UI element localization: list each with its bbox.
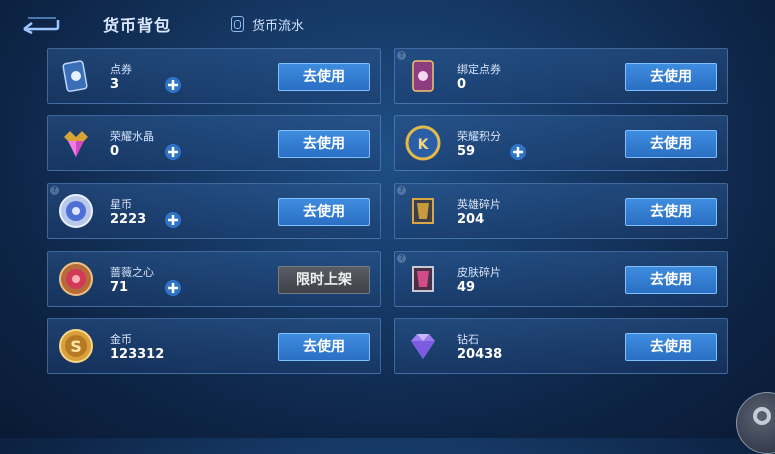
- use-button[interactable]: 去使用: [278, 130, 370, 158]
- settings-gear-button[interactable]: [736, 392, 775, 454]
- currency-name: 蔷薇之心: [110, 266, 154, 279]
- recharge-plus-button[interactable]: [509, 143, 527, 161]
- use-button[interactable]: 去使用: [278, 198, 370, 226]
- currency-flow-label: 货币流水: [252, 18, 305, 34]
- gold-coin-icon: S: [59, 329, 93, 363]
- currency-card-rose-heart: 蔷薇之心 71 限时上架: [47, 251, 381, 307]
- skin-fragment-icon: [412, 266, 434, 292]
- currency-name: 皮肤碎片: [457, 266, 501, 279]
- currency-name: 荣耀积分: [457, 130, 501, 143]
- currency-name: 星币: [110, 198, 132, 211]
- currency-value: 3: [110, 77, 120, 92]
- ledger-icon: [231, 16, 244, 32]
- plus-icon: [165, 212, 181, 228]
- currency-card-gold-coin: S 金币 123312 去使用: [47, 318, 381, 374]
- currency-name: 金币: [110, 333, 132, 346]
- currency-value: 0: [457, 77, 467, 92]
- diamond-icon: [411, 334, 435, 359]
- star-coin-icon: [59, 194, 93, 228]
- currency-name: 点券: [110, 63, 132, 76]
- use-button[interactable]: 去使用: [625, 198, 717, 226]
- plus-icon: [165, 77, 181, 93]
- rose-heart-icon: [59, 262, 93, 296]
- currency-value: 0: [110, 144, 120, 159]
- plus-icon: [165, 280, 181, 296]
- bound-coupon-icon: [412, 60, 434, 92]
- currency-value: 59: [457, 144, 476, 159]
- glory-crystal-icon: [64, 131, 88, 157]
- svg-text:K: K: [418, 137, 430, 153]
- plus-icon: [510, 144, 526, 160]
- currency-name: 荣耀水晶: [110, 130, 154, 143]
- coupon-card-icon: [62, 60, 88, 92]
- use-button[interactable]: 去使用: [278, 333, 370, 361]
- currency-card-coupon: 点券 3 去使用: [47, 48, 381, 104]
- plus-icon: [165, 144, 181, 160]
- use-button[interactable]: 去使用: [625, 130, 717, 158]
- currency-card-diamond: 钻石 20438 去使用: [394, 318, 728, 374]
- use-button[interactable]: 去使用: [278, 63, 370, 91]
- recharge-plus-button[interactable]: [164, 211, 182, 229]
- currency-card-glory-points: K 荣耀积分 59 去使用: [394, 115, 728, 171]
- page-title: 货币背包: [103, 16, 172, 35]
- gear-icon: [753, 407, 771, 425]
- currency-name: 绑定点券: [457, 63, 501, 76]
- currency-name: 钻石: [457, 333, 479, 346]
- svg-text:S: S: [70, 337, 82, 356]
- currency-value: 123312: [110, 347, 165, 362]
- currency-card-hero-fragment: ? 英雄碎片 204 去使用: [394, 183, 728, 239]
- currency-flow-link[interactable]: 货币流水: [231, 14, 304, 34]
- recharge-plus-button[interactable]: [164, 76, 182, 94]
- currency-card-skin-fragment: ? 皮肤碎片 49 去使用: [394, 251, 728, 307]
- currency-value: 204: [457, 212, 485, 227]
- currency-value: 49: [457, 280, 476, 295]
- back-arrow-icon: [23, 17, 60, 35]
- use-button[interactable]: 去使用: [625, 333, 717, 361]
- recharge-plus-button[interactable]: [164, 279, 182, 297]
- back-button[interactable]: [20, 12, 60, 36]
- currency-card-bound-coupon: ? 绑定点券 0 去使用: [394, 48, 728, 104]
- hero-fragment-icon: [412, 198, 434, 224]
- currency-card-glory-crystal: 荣耀水晶 0 去使用: [47, 115, 381, 171]
- recharge-plus-button[interactable]: [164, 143, 182, 161]
- currency-value: 20438: [457, 347, 503, 362]
- currency-card-star-coin: ? 星币 2223 去使用: [47, 183, 381, 239]
- top-bar: 货币背包 货币流水: [0, 0, 775, 48]
- glory-points-icon: K: [405, 125, 441, 161]
- use-button[interactable]: 去使用: [625, 63, 717, 91]
- currency-value: 71: [110, 280, 129, 295]
- currency-value: 2223: [110, 212, 147, 227]
- use-button[interactable]: 去使用: [625, 266, 717, 294]
- currency-name: 英雄碎片: [457, 198, 501, 211]
- limited-time-button[interactable]: 限时上架: [278, 266, 370, 294]
